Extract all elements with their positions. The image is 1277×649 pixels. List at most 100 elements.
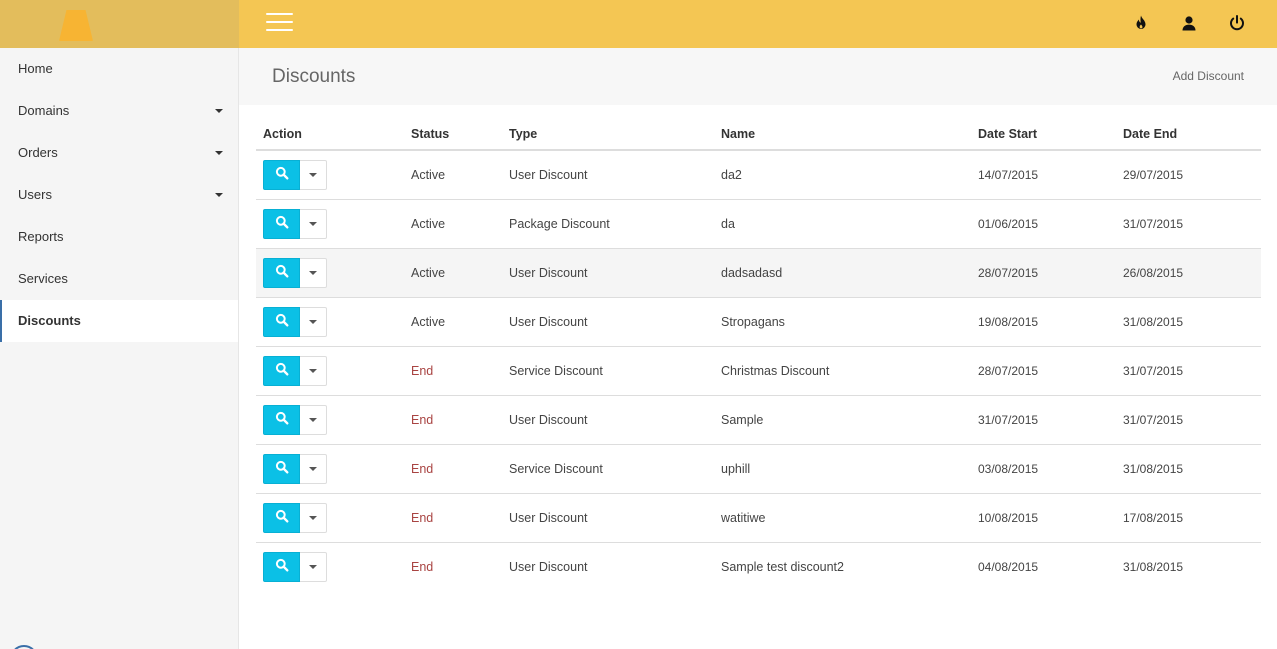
name-cell: uphill (714, 444, 971, 494)
search-icon (275, 166, 289, 183)
action-button-group (263, 208, 327, 239)
sidebar-item-label: Discounts (18, 313, 81, 328)
caret-down-icon (215, 151, 223, 155)
date-start-cell: 10/08/2015 (971, 493, 1116, 543)
fire-icon[interactable] (1132, 14, 1150, 32)
page-title: Discounts (272, 66, 356, 87)
date-end-cell: 31/08/2015 (1116, 444, 1261, 494)
caret-down-icon (309, 564, 317, 569)
sidebar-collapse-icon[interactable] (10, 645, 38, 649)
action-button-group (263, 404, 327, 435)
date-end-cell: 26/08/2015 (1116, 248, 1261, 298)
power-icon[interactable] (1228, 14, 1246, 32)
search-icon (275, 411, 289, 428)
view-button[interactable] (263, 355, 300, 386)
logo (59, 10, 93, 41)
type-cell: Service Discount (502, 346, 714, 396)
action-dropdown-toggle[interactable] (300, 306, 327, 337)
view-button[interactable] (263, 453, 300, 484)
sidebar-item-home[interactable]: Home (0, 48, 238, 90)
sidebar-item-users[interactable]: Users (0, 174, 238, 216)
date-end-cell: 17/08/2015 (1116, 493, 1261, 543)
date-end-cell: 29/07/2015 (1116, 150, 1261, 200)
view-button[interactable] (263, 551, 300, 582)
type-cell: User Discount (509, 559, 588, 574)
table-row: Active Package Discount da 01/06/2015 31/07/… (256, 199, 1261, 249)
action-button-group (263, 453, 327, 484)
status-cell: End (404, 493, 502, 543)
search-icon (275, 460, 289, 477)
action-dropdown-toggle[interactable] (300, 159, 327, 190)
action-dropdown-toggle[interactable] (300, 208, 327, 239)
status-cell: Active (404, 248, 502, 298)
column-header-date-start: Date Start (971, 118, 1116, 151)
view-button[interactable] (263, 502, 300, 533)
action-dropdown-toggle[interactable] (300, 551, 327, 582)
caret-down-icon (215, 109, 223, 113)
date-start-cell: 28/07/2015 (971, 248, 1116, 298)
view-button[interactable] (263, 208, 300, 239)
sidebar-item-label: Services (18, 271, 68, 286)
type-cell: Package Discount (502, 199, 714, 249)
type-cell: User Discount (502, 493, 714, 543)
table-row: End Service Discount uphill 03/08/2015 31/08… (256, 444, 1261, 494)
view-button[interactable] (263, 404, 300, 435)
action-cell (256, 493, 404, 543)
sidebar-item-services[interactable]: Services (0, 258, 238, 300)
action-dropdown-toggle[interactable] (300, 257, 327, 288)
view-button[interactable] (263, 306, 300, 337)
search-icon (275, 362, 289, 379)
action-button-group (263, 306, 327, 337)
action-dropdown-toggle[interactable] (300, 502, 327, 533)
menu-toggle-icon[interactable] (266, 13, 293, 33)
sidebar-item-orders[interactable]: Orders (0, 132, 238, 174)
column-header-action: Action (256, 118, 404, 151)
action-button-group (263, 551, 327, 582)
user-icon[interactable] (1180, 14, 1198, 32)
sidebar-item-domains[interactable]: Domains (0, 90, 238, 132)
sidebar-item-label: Home (18, 61, 53, 76)
search-icon (275, 509, 289, 526)
table-header-row: Action Status Type Name Date Start Date … (256, 118, 1261, 151)
type-cell: Service Discount (502, 444, 714, 494)
table-body: Active User Discount da2 14/07/2015 29/07/20… (256, 150, 1261, 591)
main-content: Discounts Add Discount Action Status Typ… (239, 48, 1277, 649)
search-icon (275, 313, 289, 330)
type-cell: User Discount (502, 395, 714, 445)
action-dropdown-toggle[interactable] (300, 355, 327, 386)
date-start-cell: 14/07/2015 (971, 150, 1116, 200)
name-cell: Stropagans (714, 297, 971, 347)
type-cell: User Discount (502, 248, 714, 298)
type-cell: User Discount (502, 150, 714, 200)
logo-area[interactable] (0, 0, 239, 48)
name-cell: da (714, 199, 971, 249)
table-row: Active User Discount Stropagans 19/08/2015 3… (256, 297, 1261, 347)
table-row: End User Discount watitiwe 10/08/2015 17/08/… (256, 493, 1261, 543)
table-row: End User Discount Sample test discount2 04/… (256, 542, 1261, 591)
date-start-cell: 28/07/2015 (971, 346, 1116, 396)
action-button-group (263, 159, 327, 190)
column-header-date-end: Date End (1116, 118, 1261, 151)
action-cell (256, 248, 404, 298)
view-button[interactable] (263, 159, 300, 190)
sidebar-item-label: Orders (18, 145, 58, 160)
sidebar-item-label: Domains (18, 103, 70, 118)
date-start-cell: 19/08/2015 (971, 297, 1116, 347)
table-row: Active User Discount dadsadasd 28/07/2015 26… (256, 248, 1261, 298)
sidebar-item-discounts[interactable]: Discounts (0, 300, 238, 342)
action-dropdown-toggle[interactable] (300, 453, 327, 484)
name-cell: da2 (714, 150, 971, 200)
view-button[interactable] (263, 257, 300, 288)
action-dropdown-toggle[interactable] (300, 404, 327, 435)
table-row: End Service Discount Christmas Discount 28/… (256, 346, 1261, 396)
add-discount-link[interactable]: Add Discount (1173, 69, 1244, 83)
date-start-cell: 03/08/2015 (971, 444, 1116, 494)
date-end-cell: 31/07/2015 (1116, 346, 1261, 396)
caret-down-icon (309, 515, 317, 520)
action-button-group (263, 257, 327, 288)
date-start-cell: 04/08/2015 (978, 559, 1039, 574)
sidebar-item-reports[interactable]: Reports (0, 216, 238, 258)
name-cell: dadsadasd (714, 248, 971, 298)
column-header-name: Name (714, 118, 971, 151)
action-cell (256, 542, 404, 591)
